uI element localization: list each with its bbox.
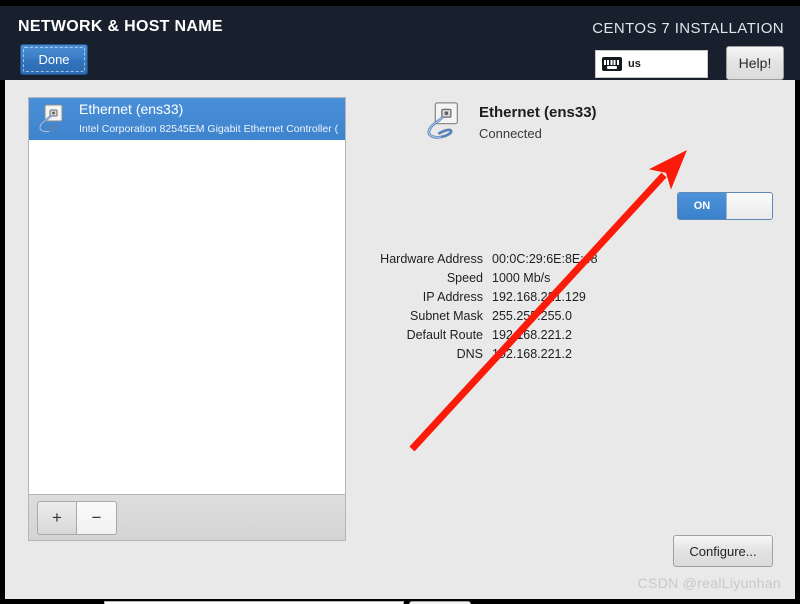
field-label: Speed [446, 271, 483, 285]
installer-header: NETWORK & HOST NAME CENTOS 7 INSTALLATIO… [0, 0, 800, 80]
device-detail-titles: Ethernet (ens33) Connected [479, 100, 597, 141]
toggle-state-label: ON [678, 193, 726, 219]
field-label: Hardware Address [380, 252, 483, 266]
done-button-label: Done [38, 52, 70, 67]
plus-icon: + [52, 507, 62, 527]
watermark: CSDN @realLiyunhan [637, 575, 781, 591]
keyboard-layout-indicator[interactable]: us [595, 50, 708, 78]
field-label: Subnet Mask [410, 309, 483, 323]
field-value: 192.168.221.2 [492, 328, 572, 342]
device-detail-fields: Hardware Address 00:0C:29:6E:8E:48 Speed… [335, 252, 665, 366]
field-value: 255.255.255.0 [492, 309, 572, 323]
field-value: 1000 Mb/s [492, 271, 551, 285]
field-value: 00:0C:29:6E:8E:48 [492, 252, 598, 266]
list-item-text: Ethernet (ens33) Intel Corporation 82545… [79, 101, 338, 137]
ethernet-icon [425, 100, 469, 142]
installer-screen: NETWORK & HOST NAME CENTOS 7 INSTALLATIO… [0, 0, 800, 604]
field-label: IP Address [422, 290, 483, 304]
content-area: Ethernet (ens33) Intel Corporation 82545… [0, 80, 800, 604]
device-detail-header: Ethernet (ens33) Connected [425, 100, 597, 142]
help-button-label: Help! [738, 55, 772, 71]
configure-button-label: Configure... [689, 543, 757, 559]
minus-icon: − [91, 507, 102, 527]
detail-row: IP Address 192.168.221.129 [335, 290, 665, 304]
product-title: CENTOS 7 INSTALLATION [592, 20, 784, 37]
detail-row: Hardware Address 00:0C:29:6E:8E:48 [335, 252, 665, 266]
connection-status: Connected [479, 126, 542, 141]
help-button[interactable]: Help! [726, 46, 784, 80]
field-label: Default Route [406, 328, 483, 342]
keyboard-layout-label: us [628, 58, 641, 70]
device-list-toolbar: + − [28, 495, 346, 541]
detail-row: Default Route 192.168.221.2 [335, 328, 665, 342]
keyboard-icon [602, 57, 622, 71]
page-title: NETWORK & HOST NAME [18, 18, 223, 35]
detail-row: Speed 1000 Mb/s [335, 271, 665, 285]
field-value: 192.168.221.2 [492, 347, 572, 361]
ethernet-icon [37, 103, 71, 135]
add-device-button[interactable]: + [37, 500, 77, 535]
remove-device-button[interactable]: − [77, 500, 117, 535]
toggle-knob[interactable] [726, 193, 772, 219]
field-value: 192.168.221.129 [492, 290, 586, 304]
device-name: Ethernet (ens33) [79, 101, 184, 117]
device-detail-title: Ethernet (ens33) [479, 104, 597, 121]
network-toggle[interactable]: ON [677, 192, 773, 220]
detail-row: DNS 192.168.221.2 [335, 347, 665, 361]
network-device-list[interactable]: Ethernet (ens33) Intel Corporation 82545… [28, 97, 346, 495]
list-item[interactable]: Ethernet (ens33) Intel Corporation 82545… [29, 98, 345, 140]
detail-row: Subnet Mask 255.255.255.0 [335, 309, 665, 323]
field-label: DNS [456, 347, 483, 361]
done-button[interactable]: Done [20, 44, 88, 75]
device-description: Intel Corporation 82545EM Gigabit Ethern… [79, 123, 339, 135]
configure-button[interactable]: Configure... [673, 535, 773, 567]
